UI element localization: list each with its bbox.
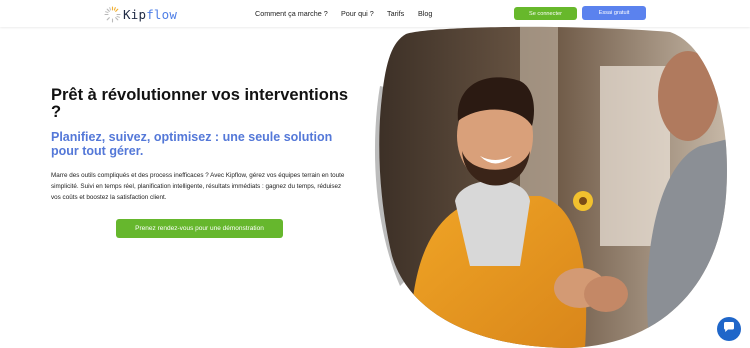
nav-link-blog[interactable]: Blog xyxy=(418,9,432,18)
free-trial-button[interactable]: Essai gratuit xyxy=(582,6,646,20)
chat-bubble-icon xyxy=(723,320,735,338)
hero-description: Marre des outils compliqués et des proce… xyxy=(51,172,345,201)
nav-link-for-who[interactable]: Pour qui ? xyxy=(341,9,374,18)
hero-photo xyxy=(370,26,740,348)
hero-title: Prêt à révolutionner vos interventions ? xyxy=(51,86,349,121)
chat-widget-button[interactable] xyxy=(717,317,741,341)
book-demo-button[interactable]: Prenez rendez-vous pour une démonstratio… xyxy=(116,219,283,238)
sunburst-logo-icon xyxy=(104,5,121,23)
top-navbar: Kipflow Comment ça marche ? Pour qui ? T… xyxy=(0,0,750,27)
logo-part1: Kip xyxy=(123,6,147,22)
nav-link-how-it-works[interactable]: Comment ça marche ? xyxy=(255,9,328,18)
kipflow-logo[interactable]: Kipflow xyxy=(104,5,177,23)
nav-link-pricing[interactable]: Tarifs xyxy=(387,9,404,18)
logo-part2: flow xyxy=(146,6,178,22)
hero-subtitle: Planifiez, suivez, optimisez : une seule… xyxy=(51,130,333,158)
login-button[interactable]: Se connecter xyxy=(514,7,577,20)
logo-wordmark: Kipflow xyxy=(123,7,177,22)
